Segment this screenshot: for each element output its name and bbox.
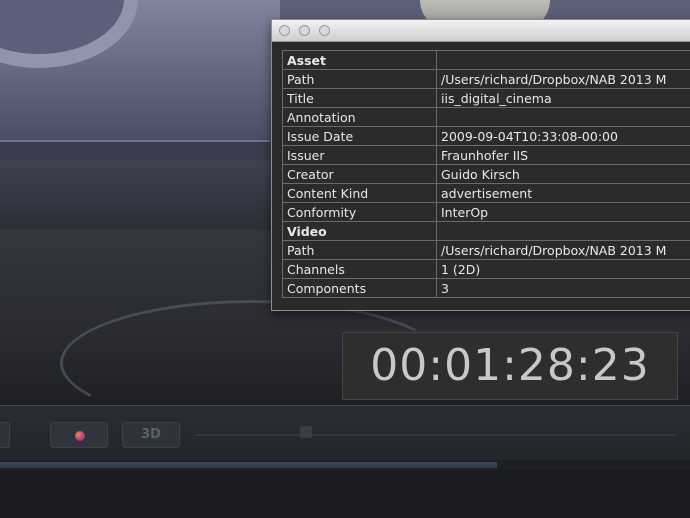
metadata-key: Path (282, 69, 437, 89)
metadata-key: Conformity (282, 202, 437, 222)
table-row: Conformity InterOp (282, 202, 690, 222)
table-row: Path/Users/richard/Dropbox/NAB 2013 M (282, 240, 690, 260)
window-titlebar[interactable] (272, 20, 690, 42)
metadata-key: Annotation (282, 107, 437, 127)
metadata-value (436, 107, 690, 127)
close-button[interactable] (279, 25, 290, 36)
table-row: Issuer Fraunhofer IIS (282, 145, 690, 165)
left-control-button[interactable] (0, 422, 10, 448)
metadata-value: /Users/richard/Dropbox/NAB 2013 M (436, 240, 690, 260)
metadata-key: Issue Date (282, 126, 437, 146)
metadata-key: Content Kind (282, 183, 437, 203)
metadata-key: Video (282, 221, 437, 241)
metadata-key: Channels (282, 259, 437, 279)
table-row: Annotation (282, 107, 690, 127)
3d-button[interactable]: 3D (122, 422, 180, 448)
metadata-key: Components (282, 278, 437, 298)
table-row: Issue Date 2009-09-04T10:33:08-00:00 (282, 126, 690, 146)
metadata-value: Guido Kirsch (436, 164, 690, 184)
metadata-value: 3 (436, 278, 690, 298)
section-row: Asset (282, 50, 690, 70)
metadata-key: Creator (282, 164, 437, 184)
metadata-value: InterOp (436, 202, 690, 222)
volume-slider[interactable] (195, 434, 675, 436)
color-wheel-icon (75, 431, 85, 441)
metadata-key: Issuer (282, 145, 437, 165)
bottom-bar (0, 470, 690, 518)
timecode-display: 00:01:28:23 (342, 332, 678, 400)
metadata-key: Asset (282, 50, 437, 70)
table-row: Creator Guido Kirsch (282, 164, 690, 184)
metadata-window: Asset Path/Users/richard/Dropbox/NAB 2013… (271, 19, 690, 311)
metadata-value: Fraunhofer IIS (436, 145, 690, 165)
progress-fill (0, 462, 497, 468)
metadata-key: Title (282, 88, 437, 108)
minimize-button[interactable] (299, 25, 310, 36)
slider-knob[interactable] (300, 426, 312, 438)
table-row: Channels 1 (2D) (282, 259, 690, 279)
projector-edge (0, 140, 270, 160)
metadata-value: /Users/richard/Dropbox/NAB 2013 M (436, 69, 690, 89)
control-bar: 3D (0, 405, 690, 461)
table-row: Title iis_digital_cinema (282, 88, 690, 108)
metadata-value: iis_digital_cinema (436, 88, 690, 108)
playback-progress[interactable] (0, 460, 690, 470)
table-row: Content Kind advertisement (282, 183, 690, 203)
metadata-value (436, 221, 690, 241)
color-button[interactable] (50, 422, 108, 448)
table-row: Path/Users/richard/Dropbox/NAB 2013 M (282, 69, 690, 89)
zoom-button[interactable] (319, 25, 330, 36)
metadata-value (436, 50, 690, 70)
metadata-value: 2009-09-04T10:33:08-00:00 (436, 126, 690, 146)
section-row: Video (282, 221, 690, 241)
table-row: Components 3 (282, 278, 690, 298)
metadata-value: 1 (2D) (436, 259, 690, 279)
metadata-value: advertisement (436, 183, 690, 203)
metadata-table: Asset Path/Users/richard/Dropbox/NAB 2013… (282, 50, 690, 298)
metadata-key: Path (282, 240, 437, 260)
